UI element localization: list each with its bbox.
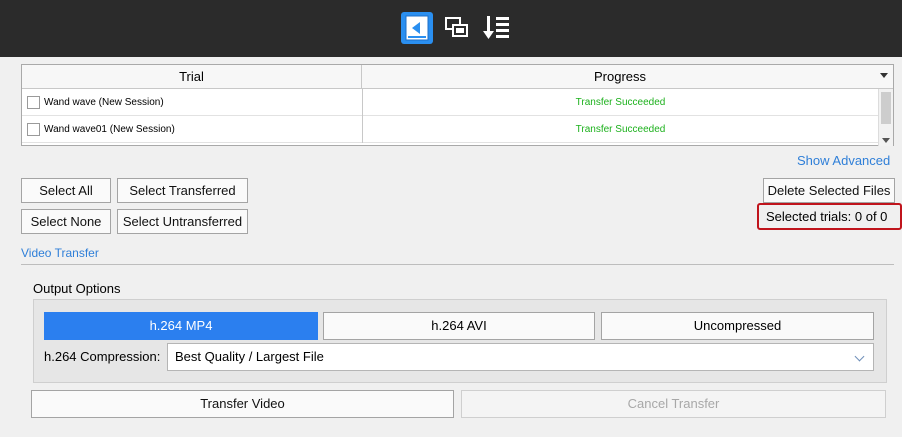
trial-name: Wand wave (New Session)	[44, 97, 164, 108]
sort-list-icon[interactable]	[481, 12, 513, 44]
transfer-icon[interactable]	[401, 12, 433, 44]
chevron-down-icon	[854, 351, 865, 362]
scroll-down-icon[interactable]	[882, 138, 890, 143]
table-header: Trial Progress	[22, 65, 893, 89]
top-toolbar	[0, 0, 902, 57]
format-avi-button[interactable]: h.264 AVI	[323, 312, 595, 340]
format-mp4-button[interactable]: h.264 MP4	[44, 312, 318, 340]
compression-value: Best Quality / Largest File	[175, 349, 324, 364]
windows-icon[interactable]	[441, 12, 473, 44]
select-transferred-button[interactable]: Select Transferred	[117, 178, 248, 203]
cancel-transfer-button: Cancel Transfer	[461, 390, 886, 418]
format-uncompressed-button[interactable]: Uncompressed	[601, 312, 874, 340]
transfer-status: Transfer Succeeded	[362, 89, 878, 116]
chevron-down-icon[interactable]	[880, 73, 888, 78]
trials-table: Trial Progress Wand wave (New Session) T…	[21, 64, 894, 146]
table-row[interactable]: Wand wave01 (New Session) Transfer Succe…	[22, 116, 878, 143]
section-divider	[21, 264, 894, 265]
vertical-scrollbar[interactable]	[878, 89, 893, 146]
select-none-button[interactable]: Select None	[21, 209, 111, 234]
delete-selected-files-button[interactable]: Delete Selected Files	[763, 178, 895, 203]
transfer-status: Transfer Succeeded	[362, 116, 878, 143]
compression-label: h.264 Compression:	[44, 349, 161, 364]
row-checkbox[interactable]	[27, 123, 40, 136]
scrollbar-thumb[interactable]	[881, 92, 891, 124]
column-header-progress[interactable]: Progress	[362, 65, 878, 89]
compression-select[interactable]: Best Quality / Largest File	[167, 343, 874, 371]
trial-name: Wand wave01 (New Session)	[44, 124, 175, 135]
transfer-video-button[interactable]: Transfer Video	[31, 390, 454, 418]
selected-trials-count: Selected trials: 0 of 0	[757, 203, 902, 230]
row-checkbox[interactable]	[27, 96, 40, 109]
column-header-trial[interactable]: Trial	[22, 65, 362, 89]
select-untransferred-button[interactable]: Select Untransferred	[117, 209, 248, 234]
output-options-label: Output Options	[33, 281, 121, 296]
select-all-button[interactable]: Select All	[21, 178, 111, 203]
show-advanced-link[interactable]: Show Advanced	[797, 153, 890, 168]
table-row[interactable]: Wand wave (New Session) Transfer Succeed…	[22, 89, 878, 116]
video-transfer-section-label: Video Transfer	[21, 246, 99, 260]
